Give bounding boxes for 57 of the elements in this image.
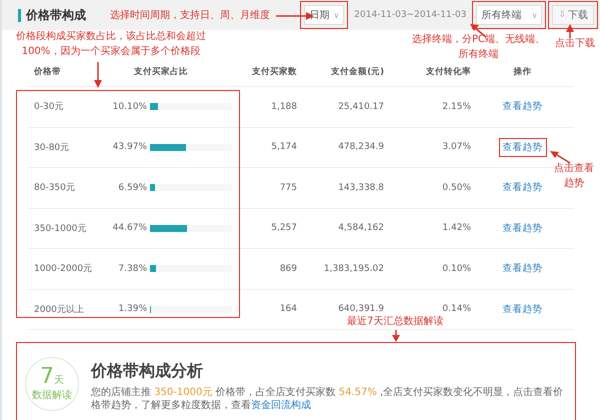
seven-day-badge: 7天 数据解读 — [25, 357, 79, 411]
table-cell-text: 0-30元 — [33, 101, 64, 114]
table-cell-text: 10.10% — [112, 102, 147, 112]
table-cell-text: 6.59% — [117, 182, 147, 193]
trend-link[interactable]: 查看趋势 — [498, 300, 546, 319]
table-cell-text: 1,383,195.02 — [322, 264, 384, 274]
table-cell-text: 350-1000元 — [33, 222, 88, 235]
table-cell-text: 640,391.9 — [337, 304, 384, 314]
table-cell-text: 1.42% — [441, 223, 471, 234]
table-cell-text: 1.39% — [117, 304, 147, 314]
table-cell-text: 143,338.8 — [337, 182, 384, 193]
table-cell-text: 0.50% — [441, 182, 471, 193]
column-header: 支付转化率 — [425, 66, 471, 78]
table-cell-text: 1000-2000元 — [33, 263, 94, 276]
column-header: 价格带 — [32, 66, 62, 78]
summary-sentence: 您的店铺主推 350-1000元 价格带，占全店支付买家数 54.57% ,全店支付买家数变化不明显，点击查看价格带趋势，了解更多粒度数据，查看资金回流构成 — [91, 386, 564, 412]
table-cell-text: 478,234.9 — [337, 142, 384, 152]
summary-title: 价格带构成分析 — [91, 361, 204, 382]
table-cell-text: 43.97% — [112, 142, 147, 152]
table-cell-text: 2.15% — [441, 102, 471, 112]
table-cell-text: 164 — [278, 304, 297, 314]
fund-flow-link[interactable]: 资金回流构成 — [251, 400, 311, 411]
date-range: 2014-11-03~2014-11-03 — [354, 10, 466, 20]
table-cell-text: 4,584,162 — [337, 223, 384, 234]
column-header: 支付买家数 — [252, 66, 297, 78]
trend-link[interactable]: 查看趋势 — [498, 97, 546, 116]
table-cell-text: 0.14% — [441, 304, 471, 314]
table-cell-text: 3.07% — [441, 142, 471, 152]
annotation-note: 最近7天汇总数据解读 — [347, 315, 444, 329]
trend-link[interactable]: 查看趋势 — [498, 259, 546, 278]
table-cell-text: 5,257 — [270, 223, 297, 234]
section-title: 价格带构成 — [26, 6, 86, 24]
table-cell-text: 80-350元 — [33, 182, 76, 194]
column-header: 支付金额(元) — [330, 66, 384, 78]
annotation-note: 选择时间周期，支持日、周、月维度 — [110, 9, 270, 23]
download-icon: ⇩ — [558, 10, 566, 20]
table-cell-text: 30-80元 — [33, 142, 70, 154]
column-header: 支付买家占比 — [133, 66, 189, 78]
table-cell-text: 1,188 — [270, 102, 297, 112]
title-accent — [18, 8, 21, 22]
column-header: 操作 — [514, 66, 532, 78]
table-cell-text: 2000元以上 — [33, 304, 85, 316]
table-cell-text: 5,174 — [270, 142, 297, 152]
annotation-arrow — [566, 24, 574, 38]
trend-link[interactable]: 查看趋势 — [498, 138, 546, 157]
annotation-arrow — [94, 62, 102, 88]
trend-link[interactable]: 查看趋势 — [498, 218, 546, 238]
annotation-note: 点击查看 趋势 — [554, 162, 594, 190]
trend-link[interactable]: 查看趋势 — [498, 178, 546, 198]
table-cell-text: 775 — [278, 182, 297, 193]
table-cell-text: 7.38% — [117, 264, 147, 274]
table-cell-text: 0.10% — [441, 264, 471, 274]
table-cell-text: 44.67% — [112, 223, 147, 234]
table-cell-text: 869 — [278, 264, 297, 274]
annotation-note: 点击下载 — [555, 37, 595, 51]
annotation-note: 价格段构成买家数占比，该占比总和会超过 100%，因为一个买家会属于多个价格段 — [16, 30, 206, 58]
table-cell-text: 25,410.17 — [337, 102, 384, 112]
